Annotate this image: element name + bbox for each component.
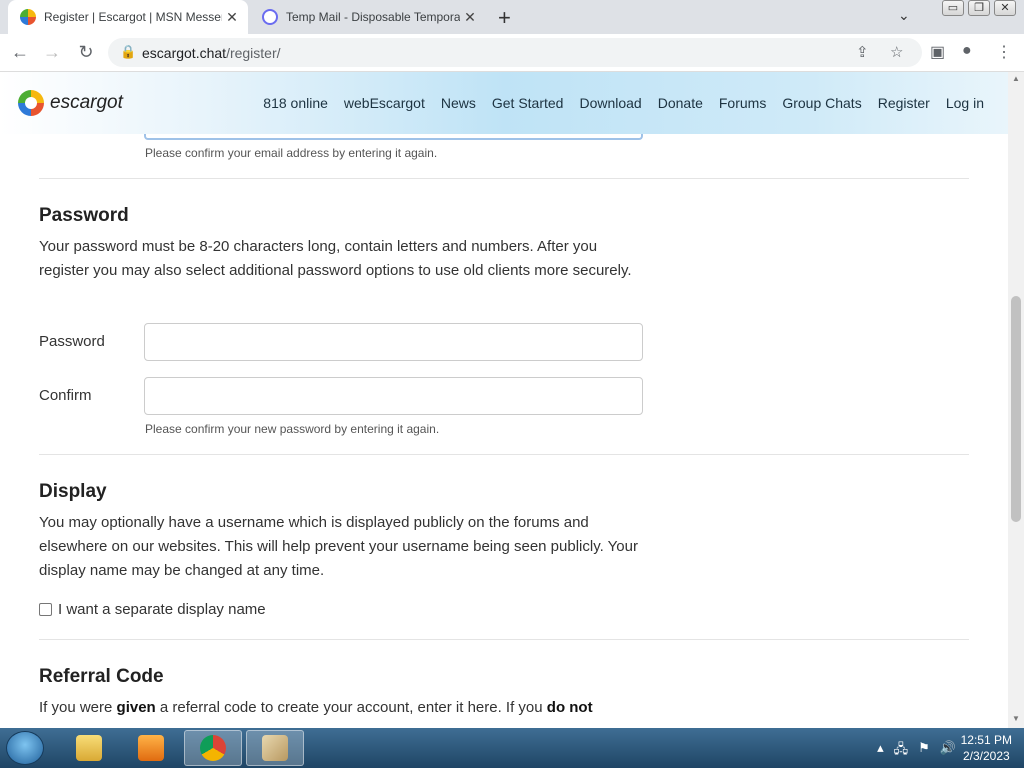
confirm-password-field[interactable] (144, 377, 643, 415)
clock-time: 12:51 PM (960, 733, 1012, 747)
minimize-button[interactable]: ▭ (942, 0, 964, 16)
section-divider (39, 639, 969, 640)
nav-group-chats[interactable]: Group Chats (782, 95, 861, 111)
tab-title: Register | Escargot | MSN Messenger (44, 10, 222, 24)
profile-avatar-icon[interactable]: ● (962, 42, 972, 60)
paint-palette-icon (262, 735, 288, 761)
tab-close-icon[interactable]: ✕ (222, 9, 242, 26)
page-content: Please confirm your email address by ent… (0, 134, 1008, 728)
network-icon[interactable]: 🖧 (894, 740, 909, 762)
nav-news[interactable]: News (441, 95, 476, 111)
referral-text-2: a referral code to create your account, … (155, 699, 547, 716)
action-center-flag-icon[interactable]: ⚑ (918, 740, 930, 762)
referral-bold-do-not: do not (546, 699, 593, 716)
nav-forums[interactable]: Forums (719, 95, 766, 111)
password-heading: Password (39, 205, 129, 226)
referral-text-1: If you were (39, 699, 117, 716)
tab-temp-mail[interactable]: Temp Mail - Disposable Temporary Email ✕ (250, 0, 486, 34)
taskbar-explorer[interactable] (60, 730, 118, 766)
share-icon[interactable]: ⇪ (856, 43, 869, 61)
new-tab-button[interactable]: + (498, 5, 511, 31)
display-name-checkbox-row[interactable]: I want a separate display name (39, 601, 266, 618)
scroll-up-arrow-icon[interactable]: ▲ (1012, 74, 1020, 83)
tab-title: Temp Mail - Disposable Temporary Email (286, 10, 460, 24)
referral-bold-given: given (116, 699, 156, 716)
site-header: escargot 818 online webEscargot News Get… (0, 72, 1008, 134)
url-host: escargot.chat (142, 45, 227, 61)
escargot-logo-icon[interactable] (18, 90, 44, 116)
scroll-thumb[interactable] (1011, 296, 1021, 522)
address-bar[interactable]: 🔒 escargot.chat/register/ ⇪ ☆ (108, 38, 922, 67)
start-button-icon[interactable] (6, 731, 44, 765)
email-confirm-field[interactable] (144, 134, 643, 140)
nav-donate[interactable]: Donate (658, 95, 703, 111)
site-logo-text[interactable]: escargot (50, 92, 123, 114)
confirm-password-hint: Please confirm your new password by ente… (145, 422, 440, 436)
volume-icon[interactable]: 🔊 (940, 740, 956, 762)
section-divider (39, 178, 969, 179)
windows-taskbar: ▴ 🖧 ⚑ 🔊 12:51 PM 2/3/2023 (0, 728, 1024, 768)
taskbar-clock[interactable]: 12:51 PM 2/3/2023 (961, 732, 1012, 764)
forward-button[interactable]: → (40, 40, 64, 64)
password-field[interactable] (144, 323, 643, 361)
menu-icon[interactable]: ⋮ (996, 42, 1012, 62)
referral-heading: Referral Code (39, 666, 164, 687)
confirm-label: Confirm (39, 387, 92, 404)
page-scrollbar[interactable]: ▲ ▼ (1008, 72, 1024, 728)
referral-description: If you were given a referral code to cre… (39, 696, 659, 720)
taskbar-paint[interactable] (246, 730, 304, 766)
chrome-icon (200, 735, 226, 761)
url-text: escargot.chat/register/ (142, 45, 281, 61)
taskbar-media-player[interactable] (122, 730, 180, 766)
nav-log-in[interactable]: Log in (946, 95, 984, 111)
clock-date: 2/3/2023 (962, 749, 1010, 763)
folder-icon (76, 735, 102, 761)
site-nav: 818 online webEscargot News Get Started … (263, 95, 984, 111)
restore-button[interactable]: ❐ (968, 0, 990, 16)
side-panel-icon[interactable]: ▣ (930, 42, 945, 62)
nav-webescargot[interactable]: webEscargot (344, 95, 425, 111)
back-button[interactable]: ← (8, 40, 32, 64)
password-description: Your password must be 8-20 characters lo… (39, 238, 632, 279)
nav-download[interactable]: Download (579, 95, 641, 111)
display-description: You may optionally have a username which… (39, 514, 638, 579)
media-player-icon (138, 735, 164, 761)
temp-mail-favicon-icon (262, 9, 278, 25)
escargot-favicon-icon (20, 9, 36, 25)
browser-toolbar: ← → ↻ 🔒 escargot.chat/register/ ⇪ ☆ ▣ ● … (0, 34, 1024, 72)
browser-tab-strip: Register | Escargot | MSN Messenger ✕ Te… (0, 0, 1024, 34)
section-divider (39, 454, 969, 455)
bookmark-star-icon[interactable]: ☆ (890, 43, 903, 61)
nav-register[interactable]: Register (878, 95, 930, 111)
reload-button[interactable]: ↻ (74, 40, 98, 64)
tab-close-icon[interactable]: ✕ (460, 9, 480, 26)
password-label: Password (39, 333, 105, 350)
tab-register-escargot[interactable]: Register | Escargot | MSN Messenger ✕ (8, 0, 248, 34)
scroll-down-arrow-icon[interactable]: ▼ (1012, 714, 1020, 723)
lock-icon: 🔒 (120, 44, 137, 59)
system-tray: ▴ 🖧 ⚑ 🔊 (877, 740, 956, 762)
display-name-checkbox-label: I want a separate display name (58, 601, 266, 618)
email-confirm-hint: Please confirm your email address by ent… (145, 146, 438, 160)
tray-expand-icon[interactable]: ▴ (877, 740, 884, 762)
display-heading: Display (39, 481, 107, 502)
nav-get-started[interactable]: Get Started (492, 95, 564, 111)
display-name-checkbox[interactable] (39, 603, 52, 616)
tab-search-chevron-icon[interactable]: ⌄ (898, 7, 910, 24)
window-controls: ▭ ❐ ✕ (942, 0, 1016, 16)
taskbar-chrome[interactable] (184, 730, 242, 766)
url-path: /register/ (226, 45, 281, 61)
close-window-button[interactable]: ✕ (994, 0, 1016, 16)
nav-online-count[interactable]: 818 online (263, 95, 328, 111)
